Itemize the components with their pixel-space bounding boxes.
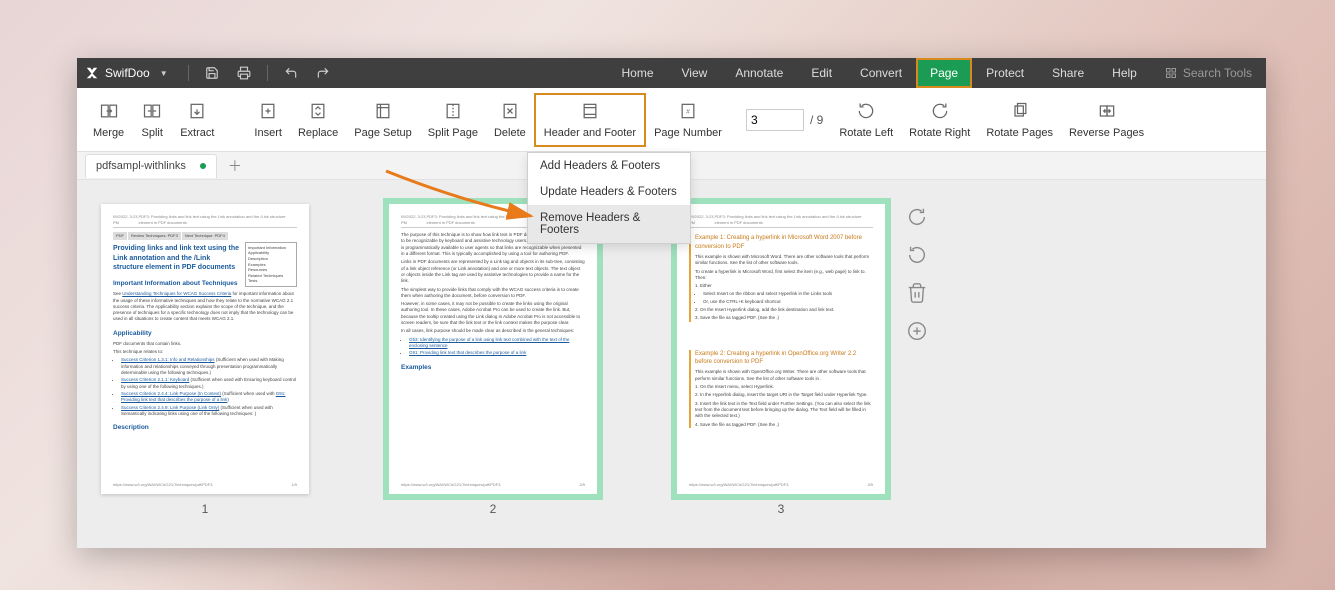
split-label: Split [141,127,162,139]
rotate-ccw-icon[interactable] [906,244,928,266]
page-thumb-wrap: 09/2022, 3:23 PMPDF3: Providing links an… [677,204,885,516]
ribbon: Merge Split Extract Insert Replace Page … [77,88,1266,152]
rotate-left-button[interactable]: Rotate Left [831,97,901,143]
menu-convert[interactable]: Convert [846,58,916,88]
menu-home[interactable]: Home [608,58,668,88]
split-icon [142,101,162,121]
rotate-right-button[interactable]: Rotate Right [901,97,978,143]
modified-indicator-icon [200,163,206,169]
page-number-label: 3 [778,502,785,516]
replace-label: Replace [298,127,338,139]
update-headers-footers-item[interactable]: Update Headers & Footers [528,179,690,205]
page-number-button[interactable]: # Page Number [646,97,730,143]
rotate-pages-icon [1010,101,1030,121]
replace-icon [308,101,328,121]
merge-label: Merge [93,127,124,139]
insert-label: Insert [254,127,282,139]
menu-protect[interactable]: Protect [972,58,1038,88]
save-icon[interactable] [199,60,225,86]
header-footer-button[interactable]: Header and Footer [534,93,646,147]
replace-button[interactable]: Replace [290,97,346,143]
rotate-pages-button[interactable]: Rotate Pages [978,97,1061,143]
add-page-icon[interactable] [906,320,928,342]
header-footer-label: Header and Footer [544,127,636,139]
insert-icon [258,101,278,121]
redo-icon[interactable] [310,60,336,86]
header-footer-dropdown: Add Headers & Footers Update Headers & F… [527,152,691,244]
grid-icon [1165,67,1177,79]
extract-label: Extract [180,127,214,139]
page-number-label: 1 [202,502,209,516]
split-button[interactable]: Split [132,97,172,143]
rotate-pages-label: Rotate Pages [986,127,1053,139]
page-thumb-2[interactable]: 09/2022, 3:23 PMPDF3: Providing links an… [389,204,597,494]
split-page-label: Split Page [428,127,478,139]
app-window: SwifDoo ▼ Home View Annotate Edit Conver… [77,58,1266,548]
rotate-left-label: Rotate Left [839,127,893,139]
merge-icon [99,101,119,121]
menu-help[interactable]: Help [1098,58,1151,88]
menu-view[interactable]: View [668,58,722,88]
app-name: SwifDoo [105,66,150,80]
trash-icon[interactable] [906,282,928,304]
page-number-icon: # [678,101,698,121]
extract-button[interactable]: Extract [172,97,222,143]
extract-icon [187,101,207,121]
search-tools[interactable]: Search Tools [1151,58,1266,88]
rotate-right-icon [930,101,950,121]
header-footer-icon [580,101,600,121]
split-page-button[interactable]: Split Page [420,97,486,143]
add-headers-footers-item[interactable]: Add Headers & Footers [528,153,690,179]
app-menu-caret-icon[interactable]: ▼ [160,69,168,78]
page-thumb-3[interactable]: 09/2022, 3:23 PMPDF3: Providing links an… [677,204,885,494]
reverse-pages-label: Reverse Pages [1069,127,1144,139]
page-number-label: Page Number [654,127,722,139]
menubar: Home View Annotate Edit Convert Page Pro… [608,58,1267,88]
delete-button[interactable]: Delete [486,97,534,143]
titlebar: SwifDoo ▼ Home View Annotate Edit Conver… [77,58,1266,88]
page-thumb-wrap: 09/2022, 3:23 PMPDF3: Providing links an… [389,204,597,516]
page-number-input[interactable] [746,109,804,131]
print-icon[interactable] [231,60,257,86]
menu-share[interactable]: Share [1038,58,1098,88]
menu-edit[interactable]: Edit [797,58,846,88]
rotate-right-label: Rotate Right [909,127,970,139]
app-logo-icon [85,66,99,80]
rotate-cw-icon[interactable] [906,206,928,228]
page-setup-label: Page Setup [354,127,412,139]
reverse-pages-button[interactable]: Reverse Pages [1061,97,1152,143]
insert-button[interactable]: Insert [246,97,290,143]
page-setup-icon [373,101,393,121]
menu-annotate[interactable]: Annotate [721,58,797,88]
page-float-tools [903,206,931,342]
search-tools-label: Search Tools [1183,66,1252,80]
page-nav: / 9 [746,109,823,131]
page-thumb-1[interactable]: 09/2022, 3:23 PMPDF3: Providing links an… [101,204,309,494]
page-number-label: 2 [490,502,497,516]
split-page-icon [443,101,463,121]
document-tab-label: pdfsampl-withlinks [96,160,186,172]
delete-icon [500,101,520,121]
undo-icon[interactable] [278,60,304,86]
reverse-pages-icon [1097,101,1117,121]
menu-page[interactable]: Page [916,58,972,88]
add-tab-button[interactable]: ＋ [223,156,247,176]
rotate-left-icon [856,101,876,121]
remove-headers-footers-item[interactable]: Remove Headers & Footers [528,205,690,243]
svg-text:#: # [686,108,690,115]
document-tab[interactable]: pdfsampl-withlinks [85,154,217,178]
delete-label: Delete [494,127,526,139]
merge-button[interactable]: Merge [85,97,132,143]
page-setup-button[interactable]: Page Setup [346,97,420,143]
page-thumb-wrap: 09/2022, 3:23 PMPDF3: Providing links an… [101,204,309,516]
page-total: / 9 [810,113,823,127]
